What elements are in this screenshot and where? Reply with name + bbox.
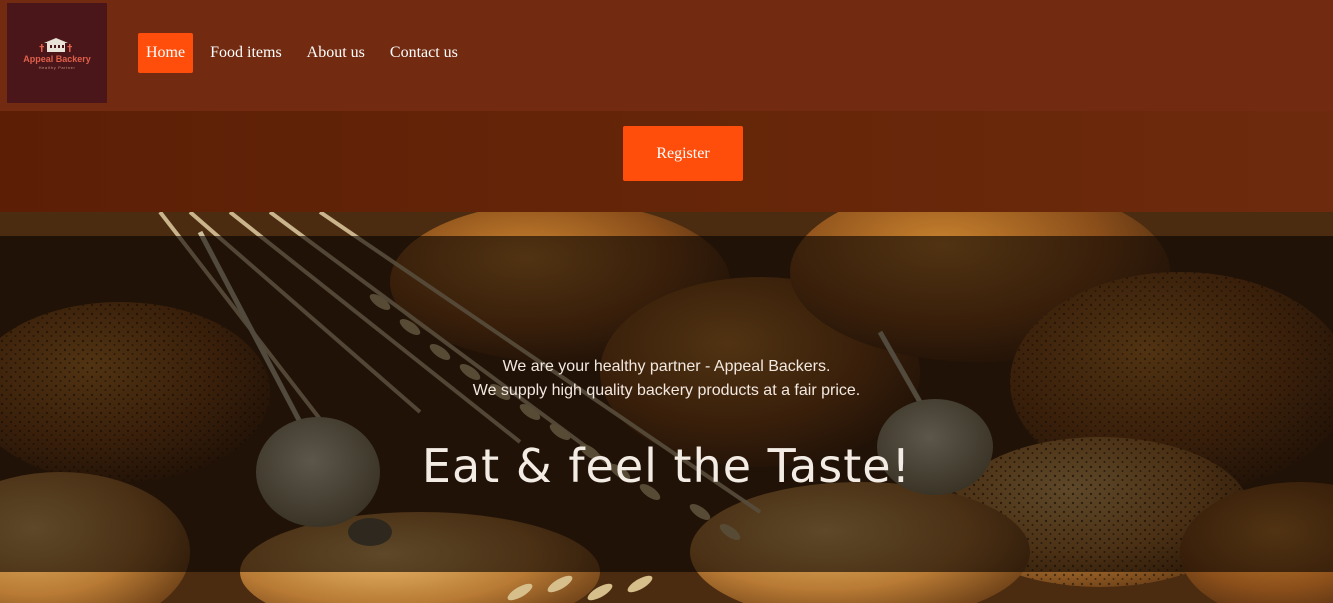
register-band: Register (0, 111, 1333, 212)
hero-tagline-line-1: We are your healthy partner - Appeal Bac… (502, 358, 831, 375)
hero-tagline: We are your healthy partner - Appeal Bac… (0, 355, 1333, 403)
nav-contact-us[interactable]: Contact us (382, 33, 466, 73)
hero-section: We are your healthy partner - Appeal Bac… (0, 212, 1333, 603)
nav-food-items[interactable]: Food items (202, 33, 290, 73)
top-navbar: Appeal Backery Healthy Partner Home Food… (0, 0, 1333, 111)
logo[interactable]: Appeal Backery Healthy Partner (7, 3, 107, 103)
main-nav: Home Food items About us Contact us (138, 33, 475, 73)
nav-about-us[interactable]: About us (299, 33, 373, 73)
logo-name: Appeal Backery (23, 53, 91, 64)
logo-tagline: Healthy Partner (38, 64, 76, 70)
bakery-house-icon (39, 37, 72, 52)
hero-headline: Eat & feel the Taste! (421, 439, 912, 493)
nav-home[interactable]: Home (138, 33, 194, 73)
register-button[interactable]: Register (623, 126, 743, 181)
hero-tagline-line-2: We supply high quality backery products … (472, 382, 861, 399)
hero-dark-overlay (0, 236, 1333, 572)
